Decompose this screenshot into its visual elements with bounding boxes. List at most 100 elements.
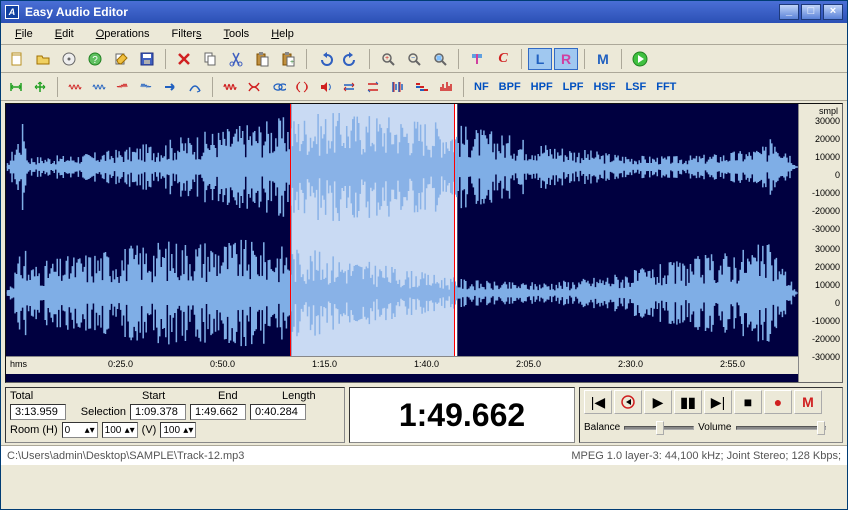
effect-bars-icon[interactable]: [387, 76, 409, 98]
minimize-button[interactable]: _: [779, 4, 799, 20]
zoom-out-button[interactable]: −: [402, 48, 426, 70]
timeline-tick: 2:05.0: [516, 359, 541, 369]
balance-slider[interactable]: [624, 426, 694, 430]
arrow-curve-icon[interactable]: [184, 76, 206, 98]
save-button[interactable]: [135, 48, 159, 70]
status-path: C:\Users\admin\Desktop\SAMPLE\Track-12.m…: [7, 450, 571, 462]
selection-range-button[interactable]: [5, 76, 27, 98]
effect-reverse-icon[interactable]: [339, 76, 361, 98]
wave-red-icon[interactable]: [64, 76, 86, 98]
mono-button[interactable]: M: [591, 48, 615, 70]
filter-fft-button[interactable]: FFT: [652, 79, 680, 95]
filter-hpf-button[interactable]: HPF: [527, 79, 557, 95]
effect-wave-icon[interactable]: [219, 76, 241, 98]
delete-button[interactable]: [172, 48, 196, 70]
effect-spectrum-icon[interactable]: [435, 76, 457, 98]
copy-button[interactable]: [198, 48, 222, 70]
timeline[interactable]: hms 0:25.0 0:50.0 1:15.0 1:40.0 2:05.0 2…: [6, 356, 798, 374]
cut-button[interactable]: [224, 48, 248, 70]
timeline-hms-label: hms: [10, 359, 27, 369]
effect-swap-icon[interactable]: [363, 76, 385, 98]
menu-tools[interactable]: Tools: [214, 26, 260, 42]
waveform-display[interactable]: hms 0:25.0 0:50.0 1:15.0 1:40.0 2:05.0 2…: [5, 103, 843, 383]
goto-start-button[interactable]: |◀: [584, 390, 612, 414]
start-value: 1:09.378: [130, 404, 186, 420]
svg-text:+: +: [385, 55, 389, 62]
app-icon: A: [5, 5, 19, 19]
end-label: End: [218, 390, 278, 402]
total-label: Total: [10, 390, 70, 402]
open-button[interactable]: [31, 48, 55, 70]
zoom-in-button[interactable]: +: [376, 48, 400, 70]
length-label: Length: [282, 390, 338, 402]
volume-label: Volume: [698, 422, 731, 433]
left-channel-button[interactable]: L: [528, 48, 552, 70]
length-value: 0:40.284: [250, 404, 306, 420]
timeline-tick: 2:55.0: [720, 359, 745, 369]
play-toolbar-button[interactable]: [628, 48, 652, 70]
help-button[interactable]: ?: [83, 48, 107, 70]
marker-button[interactable]: [465, 48, 489, 70]
record-button[interactable]: ●: [764, 390, 792, 414]
right-channel-button[interactable]: R: [554, 48, 578, 70]
room-v-spinner[interactable]: 100▴▾: [160, 422, 196, 438]
menu-help[interactable]: Help: [261, 26, 304, 42]
menu-operations[interactable]: Operations: [86, 26, 160, 42]
timeline-tick: 1:40.0: [414, 359, 439, 369]
room-h100-spinner[interactable]: 100▴▾: [102, 422, 138, 438]
play-button[interactable]: ▶: [644, 390, 672, 414]
new-button[interactable]: [5, 48, 29, 70]
filter-bpf-button[interactable]: BPF: [495, 79, 525, 95]
effect-loop-icon[interactable]: [267, 76, 289, 98]
statusbar: C:\Users\admin\Desktop\SAMPLE\Track-12.m…: [1, 445, 847, 465]
forward-button[interactable]: ▶|: [704, 390, 732, 414]
end-value: 1:49.662: [190, 404, 246, 420]
bottom-panel: Total Start End Length 3:13.959 Selectio…: [5, 387, 843, 443]
marker-m-button[interactable]: M: [794, 390, 822, 414]
arrow-right-icon[interactable]: [160, 76, 182, 98]
edit-button[interactable]: [109, 48, 133, 70]
filter-nf-button[interactable]: NF: [470, 79, 493, 95]
menubar: File Edit Operations Filters Tools Help: [1, 23, 847, 45]
start-label: Start: [142, 390, 214, 402]
app-window: A Easy Audio Editor _ □ × File Edit Oper…: [0, 0, 848, 510]
selection-add-button[interactable]: [29, 76, 51, 98]
menu-edit[interactable]: Edit: [45, 26, 84, 42]
svg-text:+: +: [290, 59, 294, 66]
maximize-button[interactable]: □: [801, 4, 821, 20]
timeline-tick: 1:15.0: [312, 359, 337, 369]
titlebar: A Easy Audio Editor _ □ ×: [1, 1, 847, 23]
effect-stagger-icon[interactable]: [411, 76, 433, 98]
pause-button[interactable]: ▮▮: [674, 390, 702, 414]
volume-slider[interactable]: [736, 426, 826, 430]
transport-controls: |◀ ▶ ▮▮ ▶| ■ ● M Balance Volume: [579, 387, 843, 443]
stop-rewind-button[interactable]: [614, 390, 642, 414]
paste-file-button[interactable]: +: [276, 48, 300, 70]
clear-button[interactable]: C: [491, 48, 515, 70]
paste-button[interactable]: [250, 48, 274, 70]
fade-in-icon[interactable]: [112, 76, 134, 98]
selection-label: Selection: [70, 406, 126, 418]
wave-blue-icon[interactable]: [88, 76, 110, 98]
info-box: Total Start End Length 3:13.959 Selectio…: [5, 387, 345, 443]
amplitude-ruler: smpl 30000 20000 10000 0 -10000 -20000 -…: [798, 104, 842, 382]
redo-button[interactable]: [339, 48, 363, 70]
menu-file[interactable]: File: [5, 26, 43, 42]
app-title: Easy Audio Editor: [25, 5, 779, 19]
filter-lsf-button[interactable]: LSF: [621, 79, 650, 95]
filter-lpf-button[interactable]: LPF: [559, 79, 588, 95]
total-value: 3:13.959: [10, 404, 66, 420]
room-h-spinner[interactable]: 0▴▾: [62, 422, 98, 438]
effect-cross-icon[interactable]: [243, 76, 265, 98]
fade-out-icon[interactable]: [136, 76, 158, 98]
effect-sound-icon[interactable]: [315, 76, 337, 98]
close-button[interactable]: ×: [823, 4, 843, 20]
stop-button[interactable]: ■: [734, 390, 762, 414]
filter-hsf-button[interactable]: HSF: [589, 79, 619, 95]
effect-echo-icon[interactable]: [291, 76, 313, 98]
undo-button[interactable]: [313, 48, 337, 70]
zoom-selection-button[interactable]: [428, 48, 452, 70]
menu-filters[interactable]: Filters: [162, 26, 212, 42]
cd-button[interactable]: [57, 48, 81, 70]
timeline-tick: 0:25.0: [108, 359, 133, 369]
